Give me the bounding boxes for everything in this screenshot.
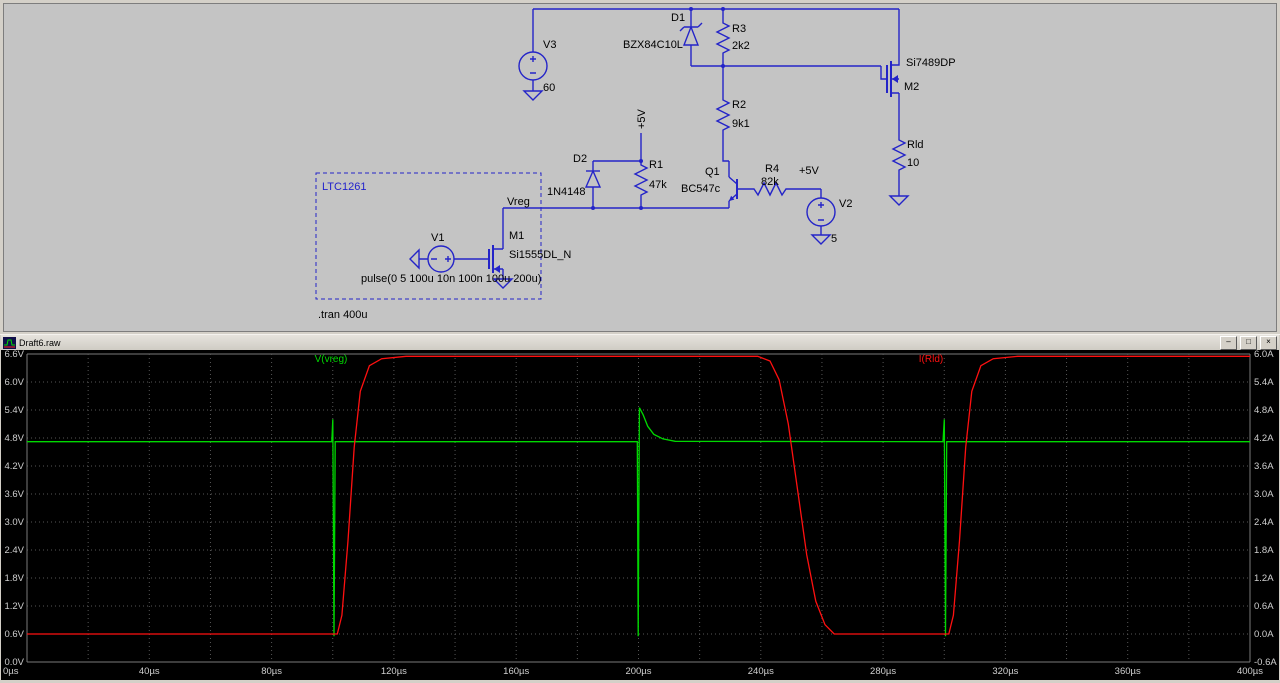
d1-name-label: D1 xyxy=(671,12,685,24)
component-d2-symbol[interactable] xyxy=(584,169,602,188)
r3-name-label: R3 xyxy=(732,23,746,35)
x-axis-tick: 40µs xyxy=(139,666,160,677)
y-axis-left-tick: 4.8V xyxy=(4,433,24,444)
y-axis-right-tick: 0.0A xyxy=(1254,629,1274,640)
x-axis-tick: 320µs xyxy=(992,666,1018,677)
junction-dot xyxy=(639,206,643,210)
r3-value-label: 2k2 xyxy=(732,40,750,52)
junction-dot xyxy=(689,7,693,11)
r1-value-label: 47k xyxy=(649,179,667,191)
q1-value-label: BC547c xyxy=(681,183,721,195)
component-r2-symbol[interactable] xyxy=(715,96,731,136)
y-axis-left-tick: 6.0V xyxy=(4,377,24,388)
y-axis-right-tick: 4.2A xyxy=(1254,433,1274,444)
component-v1-symbol[interactable] xyxy=(427,245,455,273)
waveform-plot-svg[interactable]: 6.6V 6.0A 6.0V 5.4A 5.4V 4.8A 4.8V 4.2A 4.2V 3.6A… xyxy=(1,350,1279,680)
d2-value-label: 1N4148 xyxy=(547,186,586,198)
y-axis-right-tick: 2.4A xyxy=(1254,517,1274,528)
y-axis-left-tick: 0.6V xyxy=(4,629,24,640)
plus5v-net-flag-a: +5V xyxy=(636,108,648,129)
y-axis-left-tick: 3.6V xyxy=(4,489,24,500)
restore-button[interactable]: □ xyxy=(1240,335,1257,350)
waveform-window-icon xyxy=(3,336,16,349)
v3-name-label: V3 xyxy=(543,39,556,51)
component-r3-symbol[interactable] xyxy=(715,19,731,59)
vreg-net-label: Vreg xyxy=(507,196,530,208)
y-axis-left-tick: 4.2V xyxy=(4,461,24,472)
y-axis-right-tick: 0.6A xyxy=(1254,601,1274,612)
y-axis-right-tick: 3.6A xyxy=(1254,461,1274,472)
r4-name-label: R4 xyxy=(765,163,779,175)
v3-value-label: 60 xyxy=(543,82,555,94)
waveform-window-title: Draft6.raw xyxy=(19,337,61,348)
x-axis-tick: 240µs xyxy=(748,666,774,677)
d1-value-label: BZX84C10L xyxy=(623,39,683,51)
y-axis-right-tick: 5.4A xyxy=(1254,377,1274,388)
x-axis-tick: 280µs xyxy=(870,666,896,677)
y-axis-left-tick: 2.4V xyxy=(4,545,24,556)
r2-name-label: R2 xyxy=(732,99,746,111)
component-q1-symbol[interactable] xyxy=(728,176,738,202)
plus5v-net-flag-b: +5V xyxy=(799,165,820,177)
v2-value-label: 5 xyxy=(831,233,837,245)
y-axis-right-tick: 3.0A xyxy=(1254,489,1274,500)
x-axis-tick: 0µs xyxy=(3,666,19,677)
m2-value-label: Si7489DP xyxy=(906,57,956,69)
x-axis-tick: 200µs xyxy=(625,666,651,677)
v1-value-label: pulse(0 5 100u 10n 100n 100u 200u) xyxy=(361,273,541,285)
waveform-viewer-window: Draft6.raw – □ × 6.6V 6.0A 6.0V 5.4A 5.4V 4.8… xyxy=(0,334,1280,683)
x-axis-tick: 80µs xyxy=(261,666,282,677)
m1-name-label: M1 xyxy=(509,230,524,242)
waveform-titlebar[interactable]: Draft6.raw – □ × xyxy=(1,335,1279,350)
component-v2-symbol[interactable] xyxy=(806,197,836,227)
q1-name-label: Q1 xyxy=(705,166,720,178)
tran-directive: .tran 400u xyxy=(318,309,368,321)
close-button[interactable]: × xyxy=(1260,335,1277,350)
v2-name-label: V2 xyxy=(839,198,852,210)
rld-name-label: Rld xyxy=(907,139,924,151)
trace-label-irld[interactable]: I(Rld) xyxy=(919,354,943,365)
y-axis-left-tick: 1.2V xyxy=(4,601,24,612)
x-axis-tick: 400µs xyxy=(1237,666,1263,677)
junction-dot xyxy=(721,64,725,68)
component-r1-symbol[interactable] xyxy=(633,161,649,201)
y-axis-right-tick: 4.8A xyxy=(1254,405,1274,416)
schematic-editor-pane[interactable]: V3 60 D1 BZX84C10L R3 2k2 Si7489DP M2 R2… xyxy=(3,3,1277,332)
r2-value-label: 9k1 xyxy=(732,118,750,130)
trace-label-vreg[interactable]: V(vreg) xyxy=(315,354,348,365)
y-axis-left-tick: 6.6V xyxy=(4,350,24,360)
component-v3-symbol[interactable] xyxy=(518,51,548,81)
y-axis-left-tick: 1.8V xyxy=(4,573,24,584)
x-axis-tick: 120µs xyxy=(381,666,407,677)
x-axis-tick: 360µs xyxy=(1115,666,1141,677)
junction-dot xyxy=(591,206,595,210)
x-axis-tick: 160µs xyxy=(503,666,529,677)
y-axis-right-tick: 1.8A xyxy=(1254,545,1274,556)
v1-name-label: V1 xyxy=(431,232,444,244)
component-rld-symbol[interactable] xyxy=(891,136,907,176)
waveform-plot-area[interactable]: 6.6V 6.0A 6.0V 5.4A 5.4V 4.8A 4.8V 4.2A 4.2V 3.6A… xyxy=(1,350,1279,680)
d2-name-label: D2 xyxy=(573,153,587,165)
r4-value-label: 82k xyxy=(761,176,779,188)
y-axis-right-tick: 6.0A xyxy=(1254,350,1274,360)
y-axis-left-tick: 3.0V xyxy=(4,517,24,528)
ltc1261-block-label: LTC1261 xyxy=(322,181,366,193)
r1-name-label: R1 xyxy=(649,159,663,171)
schematic-canvas[interactable]: V3 60 D1 BZX84C10L R3 2k2 Si7489DP M2 R2… xyxy=(4,4,1276,329)
m1-value-label: Si1555DL_N xyxy=(509,249,571,261)
m2-name-label: M2 xyxy=(904,81,919,93)
component-d1-symbol[interactable] xyxy=(679,22,703,46)
rld-value-label: 10 xyxy=(907,157,919,169)
y-axis-left-tick: 5.4V xyxy=(4,405,24,416)
minimize-button[interactable]: – xyxy=(1220,335,1237,350)
junction-dot xyxy=(721,7,725,11)
y-axis-right-tick: 1.2A xyxy=(1254,573,1274,584)
component-m2-symbol[interactable] xyxy=(886,61,898,97)
